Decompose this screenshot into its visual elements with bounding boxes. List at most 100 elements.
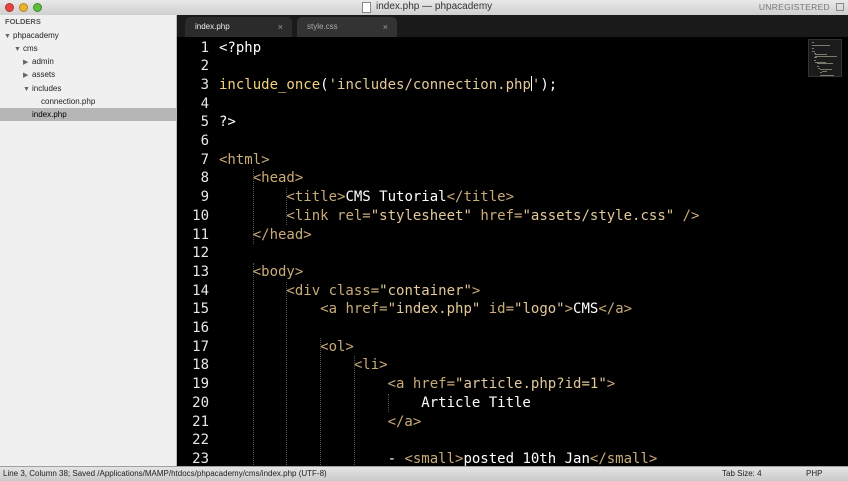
- code-token: <div: [219, 282, 329, 299]
- code-line[interactable]: <div class="container">: [219, 282, 480, 301]
- code-token: id=: [480, 301, 515, 318]
- tree-folder-cms[interactable]: ▼ cms: [14, 42, 38, 55]
- minimap[interactable]: [808, 39, 842, 77]
- line-number: 12: [192, 245, 209, 262]
- line-number: 21: [192, 413, 209, 430]
- tab-index-php[interactable]: index.php ×: [185, 17, 292, 37]
- code-token: include_once: [219, 76, 321, 93]
- close-window-button[interactable]: [5, 3, 14, 12]
- code-line[interactable]: <head>: [219, 169, 304, 188]
- code-token: </a>: [598, 301, 633, 318]
- code-token: <head>: [219, 170, 304, 187]
- line-number: 14: [192, 282, 209, 299]
- tab-label: index.php: [195, 22, 230, 31]
- code-token: CMS Tutorial: [345, 189, 447, 206]
- code-token: <link: [219, 207, 338, 224]
- code-token: Article Title: [219, 394, 531, 411]
- tree-folder-phpacademy[interactable]: ▼ phpacademy: [4, 29, 59, 42]
- minimap-line: [812, 45, 830, 46]
- code-line[interactable]: <html>: [219, 151, 270, 170]
- tree-file-connection-php[interactable]: connection.php: [41, 95, 95, 108]
- tab-size-selector[interactable]: Tab Size: 4: [722, 469, 762, 478]
- code-token: href=: [345, 301, 388, 318]
- code-token: <a: [219, 376, 413, 393]
- fullscreen-icon[interactable]: [836, 3, 844, 11]
- code-line[interactable]: <title>CMS Tutorial</title>: [219, 188, 514, 207]
- line-number: 1: [200, 39, 209, 56]
- code-token: CMS: [573, 301, 599, 318]
- minimap-line: [812, 42, 815, 43]
- code-token: <li>: [219, 357, 388, 374]
- disclosure-open-icon[interactable]: ▼: [14, 43, 23, 56]
- code-token: "index.php": [387, 301, 481, 318]
- code-token: />: [674, 207, 700, 224]
- line-number: 9: [200, 189, 209, 206]
- code-token: <title>: [219, 189, 346, 206]
- code-line[interactable]: </head>: [219, 226, 312, 245]
- code-token: <?php: [219, 39, 262, 56]
- tree-item-label: includes: [32, 84, 62, 93]
- code-line[interactable]: <link rel="stylesheet" href="assets/styl…: [219, 207, 699, 226]
- code-line[interactable]: include_once('includes/connection.php');: [219, 75, 557, 95]
- line-number: 13: [192, 263, 209, 280]
- tree-file-index-php[interactable]: index.php: [0, 108, 177, 121]
- code-token: "article.php?id=1": [455, 376, 607, 393]
- close-tab-icon[interactable]: ×: [383, 17, 388, 37]
- line-number: 7: [200, 151, 209, 168]
- tree-folder-includes[interactable]: ▼ includes: [23, 82, 61, 95]
- tree-item-label: cms: [23, 44, 38, 53]
- line-number: 23: [192, 450, 209, 466]
- window-controls: [5, 3, 42, 12]
- document-icon: [362, 2, 371, 13]
- code-editor[interactable]: 1 2 3 4 5 6 7 8 9 10 11 12 13 14 15 16 17 18 19 20 21 22 23 <?…: [177, 37, 848, 466]
- code-line[interactable]: <?php: [219, 39, 261, 58]
- code-token: >: [606, 376, 616, 393]
- minimap-line: [821, 70, 828, 72]
- window-title: index.php — phpacademy: [376, 1, 493, 12]
- zoom-window-button[interactable]: [33, 3, 42, 12]
- code-token: "assets/style.css": [522, 207, 675, 224]
- code-line[interactable]: - <small>posted 10th Jan</small>: [219, 450, 658, 466]
- syntax-selector[interactable]: PHP: [806, 469, 822, 478]
- tree-folder-admin[interactable]: ▶ admin: [23, 55, 54, 68]
- code-line[interactable]: <li>: [219, 356, 388, 375]
- indent-guide: [252, 262, 254, 466]
- code-token: posted 10th Jan: [463, 450, 590, 466]
- minimap-line: [815, 55, 838, 57]
- line-number: 4: [200, 95, 209, 112]
- code-line[interactable]: ?>: [219, 113, 236, 132]
- line-number: 16: [192, 320, 209, 336]
- indent-guide: [286, 188, 288, 226]
- minimize-window-button[interactable]: [19, 3, 28, 12]
- disclosure-open-icon[interactable]: ▼: [23, 83, 32, 96]
- code-token: href=: [412, 376, 456, 393]
- line-number: 10: [192, 207, 209, 224]
- tree-item-label: connection.php: [41, 97, 96, 106]
- line-number: 5: [200, 114, 209, 131]
- line-number: 19: [192, 376, 209, 393]
- line-number: 6: [200, 133, 209, 149]
- tree-item-label: assets: [32, 70, 56, 79]
- tab-style-css[interactable]: style.css ×: [297, 17, 397, 37]
- disclosure-closed-icon[interactable]: ▶: [23, 69, 32, 82]
- code-line[interactable]: <a href="index.php" id="logo">CMS</a>: [219, 300, 632, 319]
- indent-guide: [320, 337, 322, 466]
- tree-item-label: admin: [32, 57, 54, 66]
- close-tab-icon[interactable]: ×: [278, 17, 283, 37]
- code-token: >: [471, 282, 481, 299]
- code-line[interactable]: <a href="article.php?id=1">: [219, 375, 616, 394]
- minimap-line: [813, 57, 817, 58]
- tree-item-label: phpacademy: [13, 31, 59, 40]
- disclosure-open-icon[interactable]: ▼: [4, 30, 13, 43]
- code-token: <html>: [219, 151, 270, 168]
- tree-folder-assets[interactable]: ▶ assets: [23, 68, 55, 81]
- code-line[interactable]: Article Title: [219, 394, 531, 413]
- code-token: >: [564, 301, 574, 318]
- code-token: "logo": [514, 301, 565, 318]
- code-line[interactable]: <body>: [219, 263, 304, 282]
- code-token: href=: [471, 207, 523, 224]
- line-number: 20: [192, 394, 209, 411]
- tab-label: style.css: [307, 22, 338, 31]
- line-number: 17: [192, 338, 209, 355]
- code-token: <a: [219, 301, 346, 318]
